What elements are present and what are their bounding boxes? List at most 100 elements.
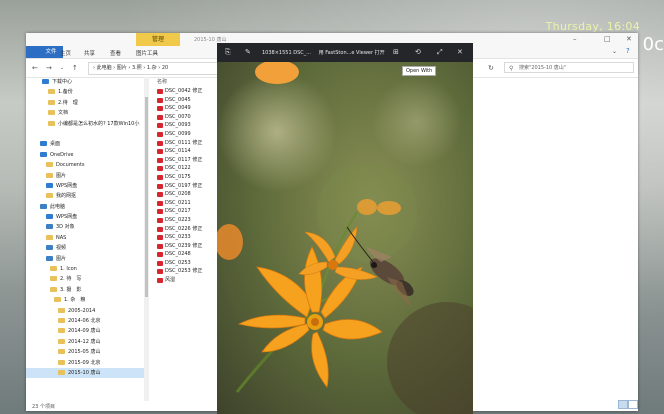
details-view-icon[interactable] (618, 400, 628, 409)
nav-item[interactable]: 2. 待 写 (26, 274, 144, 284)
file-row[interactable]: 风湿 (152, 276, 216, 285)
nav-item[interactable]: 小编都是怎么初水的? 17款Win10小 (26, 119, 144, 129)
nav-item[interactable]: 3. 摄 影 (26, 285, 144, 295)
ribbon-expand-icon[interactable]: ⌄ (612, 48, 617, 55)
up-icon[interactable]: ↑ (72, 64, 78, 72)
nav-item[interactable]: 1. 杂 粮 (26, 295, 144, 305)
file-row[interactable]: DSC_0045 (152, 96, 216, 105)
open-with-icon[interactable]: ⊞ (393, 48, 399, 56)
folder-icon (42, 131, 49, 136)
nav-item[interactable]: 桌面 (26, 139, 144, 149)
nav-item[interactable]: WPS网盘 (26, 212, 144, 222)
recent-locations-icon[interactable]: ⌄ (60, 65, 64, 71)
image-file-icon (157, 209, 163, 215)
file-row[interactable]: DSC_0175 (152, 173, 216, 182)
folder-icon (40, 151, 47, 157)
file-row[interactable]: DSC_0239 修正 (152, 242, 216, 251)
navigation-scrollbar[interactable] (144, 77, 149, 401)
file-row[interactable]: DSC_0211 (152, 199, 216, 208)
image-file-icon (157, 269, 163, 275)
maximize-icon[interactable]: □ (604, 35, 611, 43)
photo-viewer-window: ⎘ ✎ 1038×1551 DSC_... 用 FastSton...e Vie… (217, 43, 473, 414)
file-row[interactable]: DSC_0070 (152, 113, 216, 122)
desktop-edge-text: 0c (642, 34, 664, 55)
nav-item[interactable]: 2014-06 北京 (26, 316, 144, 326)
file-tab[interactable]: 文件 (26, 46, 63, 58)
image-file-icon (157, 123, 163, 129)
file-row[interactable]: DSC_0253 修正 (152, 267, 216, 276)
nav-item[interactable]: 2015-05 唐山 (26, 347, 144, 357)
file-row[interactable]: DSC_0223 (152, 216, 216, 225)
fullscreen-icon[interactable]: ⤢ (437, 48, 443, 57)
file-row[interactable]: DSC_0049 (152, 104, 216, 113)
nav-item[interactable]: 视频 (26, 243, 144, 253)
nav-item[interactable]: 2015-10 唐山 (26, 367, 144, 379)
nav-item[interactable]: 2014-09 唐山 (26, 326, 144, 336)
nav-item[interactable]: 1. Icon (26, 264, 144, 274)
nav-item-label: 图片 (56, 172, 67, 179)
viewer-close-icon[interactable]: ✕ (457, 48, 463, 56)
file-row[interactable]: DSC_0042 修正 (152, 87, 216, 96)
file-row[interactable]: DSC_0217 (152, 207, 216, 216)
file-name: DSC_0248 (165, 251, 191, 258)
nav-item[interactable]: 2014-12 唐山 (26, 337, 144, 347)
file-row[interactable]: DSC_0099 (152, 130, 216, 139)
open-with-button[interactable]: 用 FastSton...e Viewer 打开 (319, 50, 385, 56)
help-icon[interactable]: ? (626, 47, 630, 55)
folder-icon (58, 349, 65, 355)
nav-item-label: 2.待 理 (58, 99, 78, 106)
forward-icon[interactable]: → (46, 64, 52, 72)
file-name: DSC_0211 (165, 199, 191, 206)
folder-icon (48, 110, 55, 116)
nav-item[interactable]: NAS (26, 233, 144, 243)
nav-item[interactable]: WPS网盘 (26, 181, 144, 191)
file-row[interactable]: DSC_0208 (152, 190, 216, 199)
nav-item[interactable]: 1.备份 (26, 87, 144, 97)
nav-item[interactable]: 图片 (26, 254, 144, 264)
tab-picture-tools[interactable]: 图片工具 (136, 49, 158, 57)
nav-item-label: 视频 (56, 245, 67, 252)
nav-item[interactable]: 2005-2014 (26, 306, 144, 316)
nav-item-label: 桌面 (50, 141, 61, 148)
nav-item[interactable]: 2.待 理 (26, 98, 144, 108)
file-row[interactable]: DSC_0253 (152, 259, 216, 268)
tab-home[interactable]: 主页 (60, 49, 71, 57)
file-row[interactable]: DSC_0226 修正 (152, 225, 216, 234)
nav-item[interactable]: OneDrive (26, 150, 144, 160)
rotate-icon[interactable]: ⟲ (415, 48, 421, 56)
edit-icon[interactable]: ✎ (245, 48, 251, 56)
manage-tab-badge[interactable]: 管理 (136, 33, 180, 46)
nav-item[interactable]: Documents (26, 160, 144, 170)
back-icon[interactable]: ← (32, 64, 38, 72)
nav-item[interactable]: 下载中心 (26, 77, 144, 87)
file-row[interactable]: DSC_0197 修正 (152, 182, 216, 191)
nav-item-label: 小编都是怎么初水的? 17款Win10小 (58, 120, 140, 127)
file-row[interactable]: DSC_0093 (152, 121, 216, 130)
pin-icon[interactable]: ⎘ (225, 48, 231, 57)
search-input[interactable]: ⚲ 搜索"2015-10 唐山" (504, 62, 634, 73)
minimize-icon[interactable]: – (573, 35, 577, 43)
file-row[interactable]: DSC_0122 (152, 164, 216, 173)
nav-item[interactable]: 3D 对象 (26, 222, 144, 232)
file-row[interactable]: DSC_0248 (152, 250, 216, 259)
nav-item[interactable]: 此电脑 (26, 202, 144, 212)
tab-view[interactable]: 查看 (110, 49, 121, 57)
nav-item[interactable] (26, 129, 144, 139)
file-row[interactable]: DSC_0233 (152, 233, 216, 242)
scrollbar-thumb[interactable] (145, 97, 148, 297)
search-icon: ⚲ (509, 65, 514, 72)
nav-item-label: 文档 (58, 110, 69, 117)
nav-item[interactable]: 图片 (26, 171, 144, 181)
column-header-name[interactable]: 名称 (152, 77, 216, 87)
file-row[interactable]: DSC_0114 (152, 147, 216, 156)
file-row[interactable]: DSC_0111 修正 (152, 139, 216, 148)
thumbnail-view-icon[interactable] (628, 400, 638, 409)
tab-share[interactable]: 共享 (84, 49, 95, 57)
close-icon[interactable]: ✕ (626, 35, 632, 43)
file-row[interactable]: DSC_0117 修正 (152, 156, 216, 165)
nav-item[interactable]: 我的网抠 (26, 191, 144, 201)
nav-item[interactable]: 文档 (26, 108, 144, 118)
nav-item[interactable]: 2015-09 北京 (26, 358, 144, 368)
refresh-icon[interactable]: ↻ (488, 64, 494, 72)
file-name: DSC_0175 (165, 173, 191, 180)
